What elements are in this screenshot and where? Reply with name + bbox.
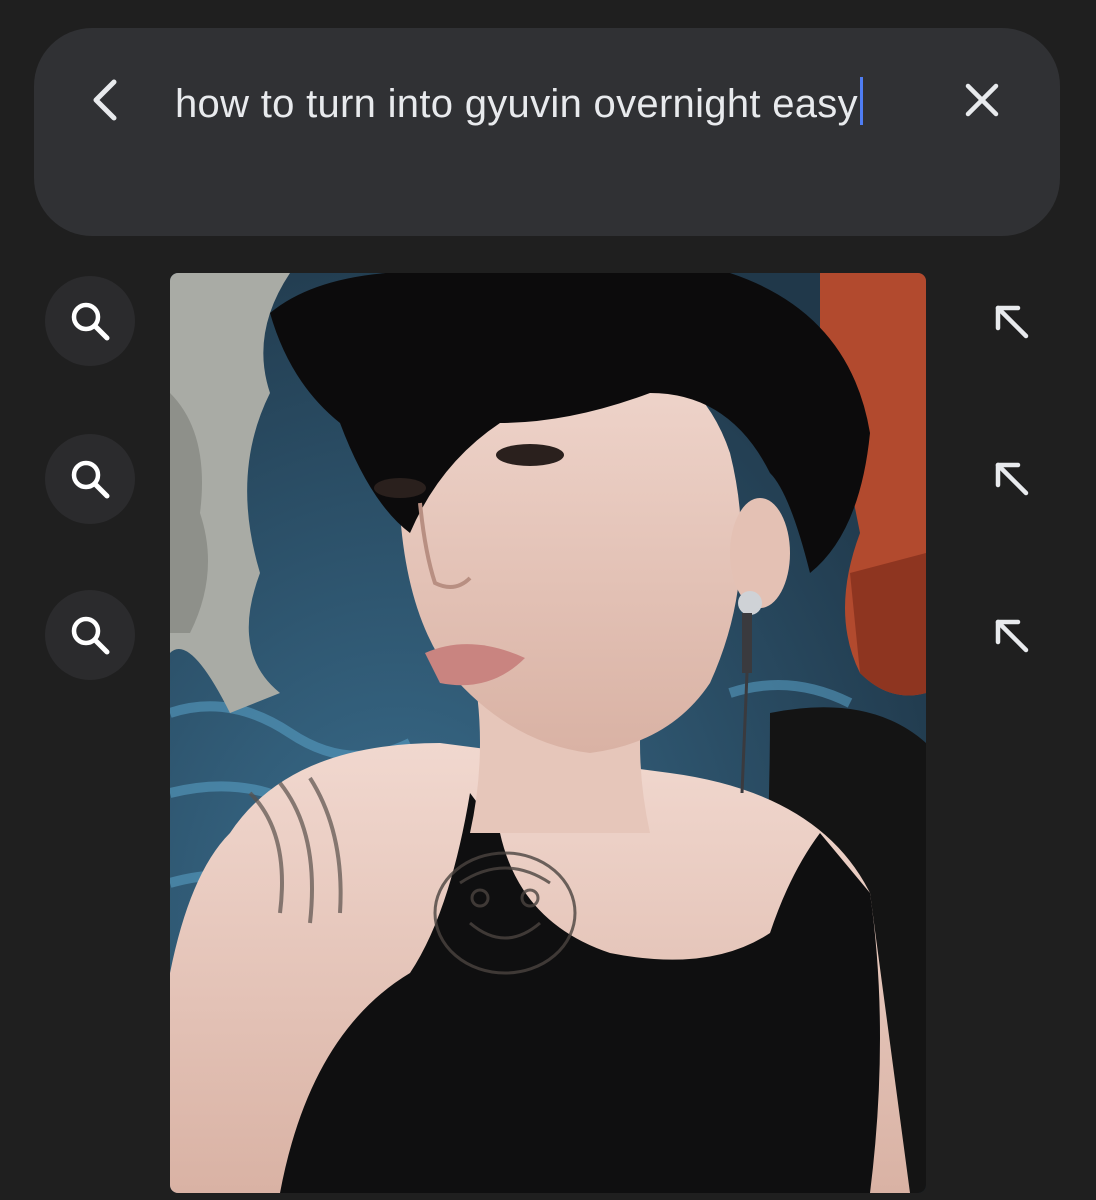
arrow-up-left-icon [995, 305, 1029, 339]
suggestion-search-icon-1[interactable] [45, 276, 135, 366]
screen: how to turn into gyuvin overnight easy [0, 0, 1096, 1200]
selfie-photo [170, 273, 926, 1193]
search-icon [71, 460, 110, 499]
text-caret [859, 77, 863, 125]
fill-query-button-3[interactable] [982, 606, 1042, 666]
suggestion-search-icon-3[interactable] [45, 590, 135, 680]
fill-query-button-1[interactable] [982, 292, 1042, 352]
close-icon [965, 83, 999, 117]
back-button[interactable] [78, 72, 134, 128]
search-icon [71, 302, 110, 341]
suggestion-search-icon-2[interactable] [45, 434, 135, 524]
clear-search-button[interactable] [954, 72, 1010, 128]
chevron-left-icon [93, 79, 117, 121]
search-input[interactable]: how to turn into gyuvin overnight easy [175, 75, 915, 133]
arrow-up-left-icon [995, 462, 1029, 496]
search-query-text: how to turn into gyuvin overnight easy [175, 82, 858, 126]
fill-query-button-2[interactable] [982, 449, 1042, 509]
search-icon [71, 616, 110, 655]
arrow-up-left-icon [995, 619, 1029, 653]
